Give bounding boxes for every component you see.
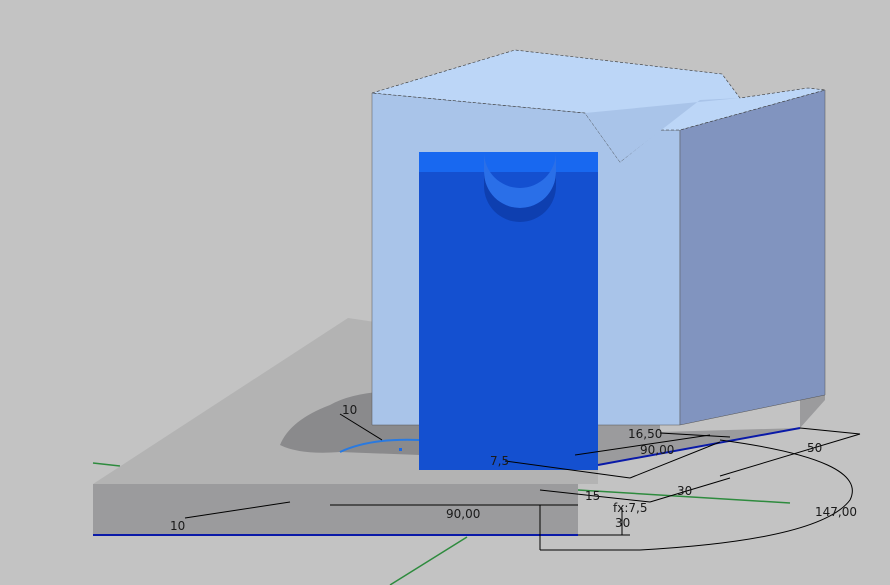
dim-length[interactable]: 30 (677, 484, 692, 498)
dim-pocket-radius[interactable]: 10 (342, 403, 357, 417)
dim-offset-a[interactable]: 7,5 (490, 454, 509, 468)
y-axis-line (389, 536, 468, 585)
x-axis-line (92, 462, 121, 467)
plate-front-face[interactable] (93, 484, 578, 535)
dim-width-bottom[interactable]: 90,00 (446, 507, 480, 521)
dim-height-a[interactable]: 15 (585, 489, 600, 503)
dim-fx[interactable]: fx:7,5 (613, 501, 647, 515)
dim-height-b[interactable]: 30 (615, 516, 630, 530)
dim-plate-edge[interactable]: 10 (170, 519, 185, 533)
sketch-point[interactable] (399, 448, 402, 451)
block-side-face[interactable] (679, 89, 826, 426)
dim-offset-b[interactable]: 16,50 (628, 427, 662, 441)
dim-width-top[interactable]: 90,00 (640, 443, 674, 457)
dim-depth[interactable]: 50 (807, 441, 822, 455)
dim-overall[interactable]: 147,00 (815, 505, 857, 519)
model-scene[interactable]: 10 10 7,5 16,50 90,00 90,00 50 30 15 fx:… (0, 0, 890, 585)
cad-viewport[interactable]: 10 10 7,5 16,50 90,00 90,00 50 30 15 fx:… (0, 0, 890, 585)
blue-part-top[interactable] (419, 152, 598, 172)
